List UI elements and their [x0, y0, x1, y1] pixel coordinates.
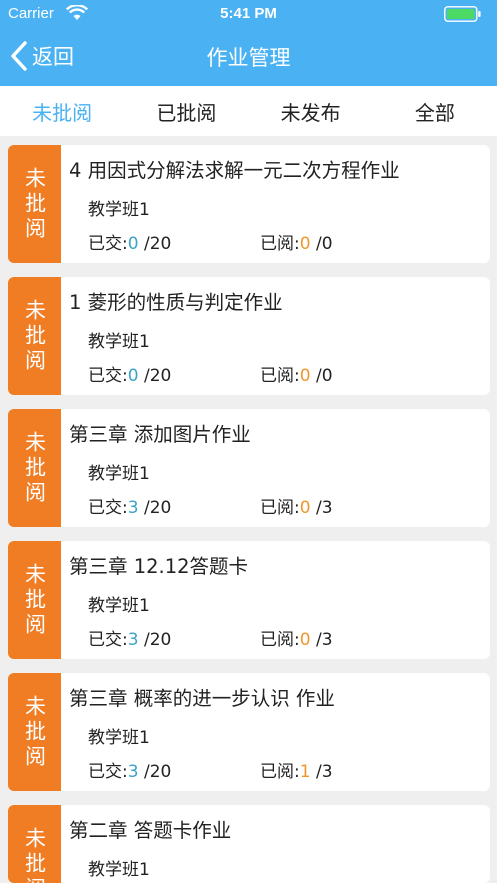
read-count: 已阅:0 /0	[260, 366, 333, 386]
submitted-count: 已交:0 /20	[88, 234, 172, 254]
read-count: 已阅:1 /3	[260, 762, 333, 782]
read-count: 已阅:0 /3	[260, 630, 333, 650]
status-badge: 未批阅	[8, 409, 61, 527]
status-bar: Carrier 5:41 PM	[0, 0, 497, 28]
class-name: 教学班1	[88, 332, 150, 352]
assignment-title: 第二章 答题卡作业	[69, 819, 232, 842]
status-badge: 未批阅	[8, 673, 61, 791]
assignment-card[interactable]: 未批阅 第三章 12.12答题卡 教学班1 已交:3 /20 已阅:0 /3	[8, 541, 490, 659]
status-badge: 未批阅	[8, 541, 61, 659]
assignment-card[interactable]: 未批阅 1 菱形的性质与判定作业 教学班1 已交:0 /20 已阅:0 /0	[8, 277, 490, 395]
class-name: 教学班1	[88, 464, 150, 484]
assignment-card[interactable]: 未批阅 第三章 概率的进一步认识 作业 教学班1 已交:3 /20 已阅:1 /…	[8, 673, 490, 791]
assignment-title: 第三章 12.12答题卡	[69, 555, 249, 578]
status-badge: 未批阅	[8, 805, 61, 883]
class-name: 教学班1	[88, 200, 150, 220]
navigation-bar: 返回 作业管理	[0, 28, 497, 86]
assignment-card[interactable]: 未批阅 第二章 答题卡作业 教学班1	[8, 805, 490, 883]
assignment-title: 1 菱形的性质与判定作业	[69, 291, 283, 314]
class-name: 教学班1	[88, 728, 150, 748]
clock: 5:41 PM	[220, 5, 277, 22]
filter-tabs: 未批阅 已批阅 未发布 全部	[0, 86, 497, 136]
tab-all[interactable]: 全部	[373, 86, 497, 136]
assignment-card[interactable]: 未批阅 4 用因式分解法求解一元二次方程作业 教学班1 已交:0 /20 已阅:…	[8, 145, 490, 263]
battery-icon	[444, 6, 481, 22]
assignment-title: 第三章 概率的进一步认识 作业	[69, 687, 335, 710]
status-badge: 未批阅	[8, 145, 61, 263]
class-name: 教学班1	[88, 596, 150, 616]
submitted-count: 已交:3 /20	[88, 630, 172, 650]
assignment-card[interactable]: 未批阅 第三章 添加图片作业 教学班1 已交:3 /20 已阅:0 /3	[8, 409, 490, 527]
tab-unpublished[interactable]: 未发布	[249, 86, 373, 136]
app-header: Carrier 5:41 PM 返回 作业管理	[0, 0, 497, 86]
page-title: 作业管理	[206, 46, 291, 70]
submitted-count: 已交:3 /20	[88, 762, 172, 782]
class-name: 教学班1	[88, 860, 150, 880]
read-count: 已阅:0 /3	[260, 498, 333, 518]
assignment-title: 第三章 添加图片作业	[69, 423, 251, 446]
submitted-count: 已交:3 /20	[88, 498, 172, 518]
tab-unreviewed[interactable]: 未批阅	[0, 86, 124, 136]
read-count: 已阅:0 /0	[260, 234, 333, 254]
tab-reviewed[interactable]: 已批阅	[124, 86, 248, 136]
submitted-count: 已交:0 /20	[88, 366, 172, 386]
assignment-title: 4 用因式分解法求解一元二次方程作业	[69, 159, 400, 182]
status-badge: 未批阅	[8, 277, 61, 395]
